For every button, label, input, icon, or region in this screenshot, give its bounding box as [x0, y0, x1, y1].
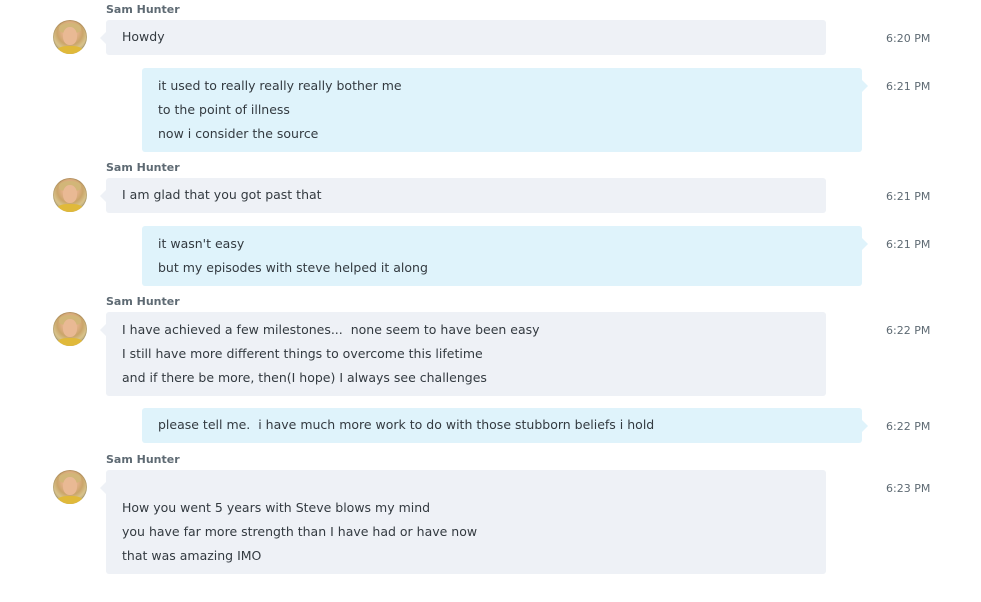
message-timestamp: 6:22 PM — [886, 324, 931, 337]
message-line: but my episodes with steve helped it alo… — [158, 260, 428, 275]
message-line: I have achieved a few milestones... none… — [122, 322, 540, 337]
sender-name: Sam Hunter — [106, 453, 180, 466]
sender-name: Sam Hunter — [106, 3, 180, 16]
message-bubble[interactable]: please tell me. i have much more work to… — [142, 408, 868, 443]
message-timestamp: 6:21 PM — [886, 238, 931, 251]
avatar[interactable] — [53, 312, 87, 346]
sender-name: Sam Hunter — [106, 161, 180, 174]
avatar[interactable] — [53, 178, 87, 212]
message-line: and if there be more, then(I hope) I alw… — [122, 370, 487, 385]
message-bubble[interactable]: How you went 5 years with Steve blows my… — [100, 470, 826, 574]
message-line: you have far more strength than I have h… — [122, 524, 478, 539]
message-line: please tell me. i have much more work to… — [158, 417, 655, 432]
message-line: How you went 5 years with Steve blows my… — [122, 500, 431, 515]
avatar[interactable] — [53, 20, 87, 54]
message-line — [122, 472, 810, 496]
message-timestamp: 6:22 PM — [886, 420, 931, 433]
message-bubble[interactable]: I am glad that you got past that — [100, 178, 826, 213]
message-timestamp: 6:21 PM — [886, 80, 931, 93]
message-line: it wasn't easy — [158, 236, 245, 251]
message-line: I am glad that you got past that — [122, 187, 322, 202]
message-line: now i consider the source — [158, 126, 319, 141]
message-line: I still have more different things to ov… — [122, 346, 483, 361]
message-bubble[interactable]: it used to really really really bother m… — [142, 68, 868, 152]
sender-name: Sam Hunter — [106, 295, 180, 308]
message-line: it used to really really really bother m… — [158, 78, 402, 93]
message-timestamp: 6:20 PM — [886, 32, 931, 45]
message-line: that was amazing IMO — [122, 548, 262, 563]
message-bubble[interactable]: Howdy — [100, 20, 826, 55]
avatar[interactable] — [53, 470, 87, 504]
message-timestamp: 6:23 PM — [886, 482, 931, 495]
message-bubble[interactable]: I have achieved a few milestones... none… — [100, 312, 826, 396]
message-line: to the point of illness — [158, 102, 290, 117]
message-line: Howdy — [122, 29, 165, 44]
message-bubble[interactable]: it wasn't easy but my episodes with stev… — [142, 226, 868, 286]
message-timestamp: 6:21 PM — [886, 190, 931, 203]
